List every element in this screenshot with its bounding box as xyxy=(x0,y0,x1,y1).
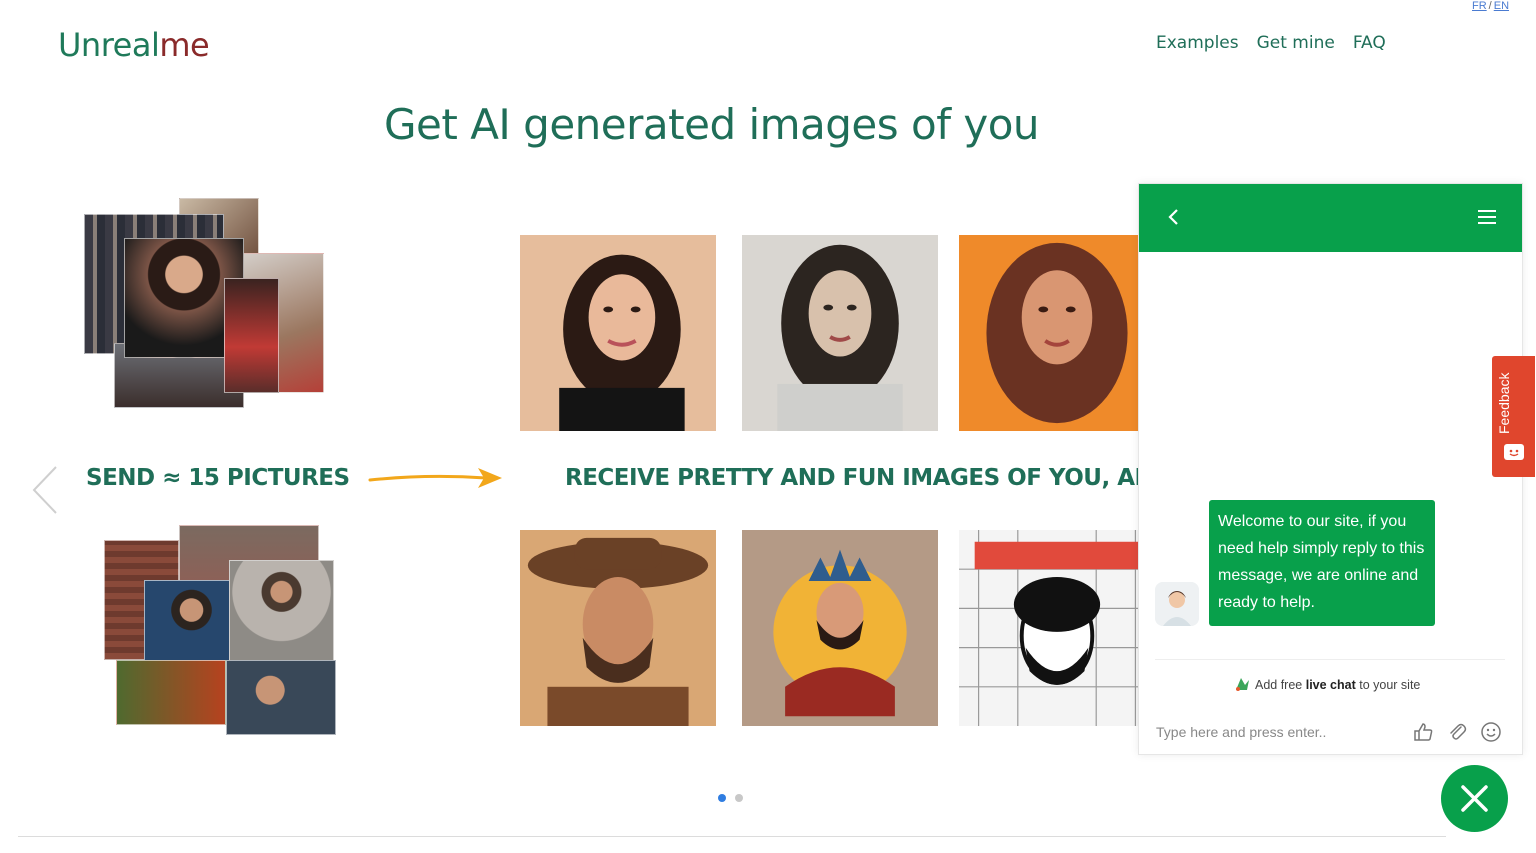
feedback-icon xyxy=(1504,444,1524,460)
back-icon xyxy=(1168,209,1178,225)
smiley-icon[interactable] xyxy=(1480,721,1502,743)
close-icon xyxy=(1461,785,1488,812)
result-image-man-king xyxy=(742,530,938,726)
chat-back-button[interactable] xyxy=(1167,206,1179,232)
nav-examples[interactable]: Examples xyxy=(1156,33,1239,53)
feedback-tab[interactable]: Feedback xyxy=(1492,356,1535,477)
result-image-woman-painting xyxy=(959,235,1140,431)
chat-message: Welcome to our site, if you need help si… xyxy=(1155,500,1435,626)
thumbs-up-icon[interactable] xyxy=(1412,721,1434,743)
carousel-dots xyxy=(718,794,743,802)
result-image-woman-armor xyxy=(742,235,938,431)
powered-by-link[interactable]: Add free live chat to your site xyxy=(1233,676,1420,692)
examples-carousel: SEND ≈ 15 PICTURES RECEIVE PRETTY AND FU… xyxy=(0,180,1140,750)
chat-separator xyxy=(1155,659,1505,660)
arrow-right-icon xyxy=(368,468,502,488)
lang-fr-link[interactable]: FR xyxy=(1472,0,1487,12)
carousel-dot-2[interactable] xyxy=(735,794,743,802)
site-logo[interactable]: Unrealme xyxy=(58,26,210,64)
carousel-dot-1[interactable] xyxy=(718,794,726,802)
result-image-man-cowboy xyxy=(520,530,716,726)
chat-welcome-message: Welcome to our site, if you need help si… xyxy=(1209,500,1435,626)
input-photo-collage-man xyxy=(104,525,344,737)
agent-avatar xyxy=(1155,582,1199,626)
menu-icon[interactable] xyxy=(1478,210,1496,228)
chat-close-button[interactable] xyxy=(1441,765,1508,832)
footer-divider xyxy=(18,836,1446,837)
result-image-woman-portrait xyxy=(520,235,716,431)
send-label: SEND ≈ 15 PICTURES xyxy=(86,465,350,491)
main-nav: Examples Get mine FAQ xyxy=(1156,33,1386,53)
language-switch: FR / EN xyxy=(1472,0,1510,12)
nav-get-mine[interactable]: Get mine xyxy=(1257,33,1335,53)
paperclip-icon[interactable] xyxy=(1446,721,1468,743)
receive-label: RECEIVE PRETTY AND FUN IMAGES OF YOU, AR… xyxy=(565,465,1140,491)
chat-input-actions xyxy=(1412,721,1502,743)
input-photo-collage-woman xyxy=(84,198,334,410)
chat-brand-icon xyxy=(1236,678,1249,691)
hero-title: Get AI generated images of you xyxy=(384,100,1040,149)
result-image-man-comic xyxy=(959,530,1140,726)
live-chat-panel: Welcome to our site, if you need help si… xyxy=(1138,183,1523,755)
chevron-left-icon xyxy=(32,466,57,514)
chat-message-input[interactable]: Type here and press enter.. xyxy=(1156,724,1326,740)
nav-faq[interactable]: FAQ xyxy=(1353,33,1386,53)
chat-header xyxy=(1139,184,1522,252)
carousel-prev-button[interactable] xyxy=(30,465,60,515)
lang-en-link[interactable]: EN xyxy=(1494,0,1509,12)
feedback-label: Feedback xyxy=(1496,372,1512,434)
